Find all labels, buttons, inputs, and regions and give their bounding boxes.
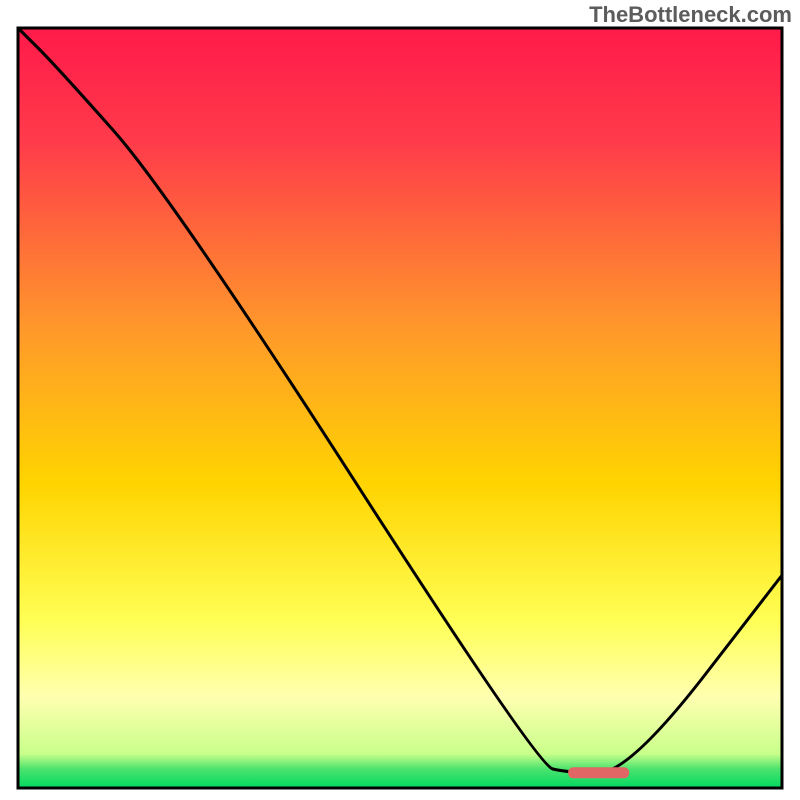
chart-svg — [0, 0, 800, 800]
plot-gradient-background — [18, 28, 782, 788]
optimal-range-marker — [568, 767, 629, 778]
watermark-text: TheBottleneck.com — [589, 2, 792, 28]
bottleneck-chart: TheBottleneck.com — [0, 0, 800, 800]
